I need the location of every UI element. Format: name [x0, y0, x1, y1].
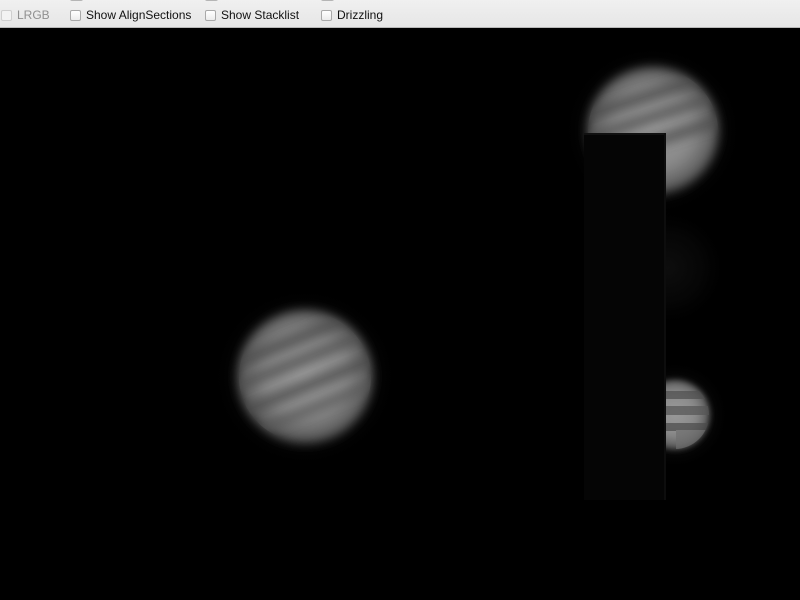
clipped-checkbox[interactable] — [205, 0, 218, 1]
checkbox-box[interactable] — [205, 9, 216, 21]
drizzling-label: Drizzling — [337, 8, 384, 22]
options-toolbar: LRGB Show AlignSections Show Stacklist D… — [0, 0, 800, 28]
image-viewer[interactable] — [0, 28, 800, 600]
checkbox-box[interactable] — [321, 9, 332, 21]
planet-frame-main — [210, 285, 400, 469]
clipped-checkbox[interactable] — [321, 0, 334, 1]
show-alignsections-checkbox[interactable]: Show AlignSections — [70, 7, 191, 23]
show-stacklist-label: Show Stacklist — [221, 8, 300, 22]
dark-overlay-frame — [584, 133, 666, 500]
drizzling-checkbox[interactable]: Drizzling — [321, 7, 383, 23]
show-stacklist-checkbox[interactable]: Show Stacklist — [205, 7, 299, 23]
stacked-frames-canvas — [210, 43, 745, 500]
checkbox-box — [1, 9, 12, 21]
lrgb-label: LRGB — [17, 8, 50, 22]
show-alignsections-label: Show AlignSections — [86, 8, 192, 22]
clipped-toolbar-row — [0, 0, 800, 1]
clipped-checkbox[interactable] — [70, 0, 83, 1]
checkbox-box[interactable] — [70, 9, 81, 21]
lrgb-checkbox: LRGB — [1, 7, 50, 23]
